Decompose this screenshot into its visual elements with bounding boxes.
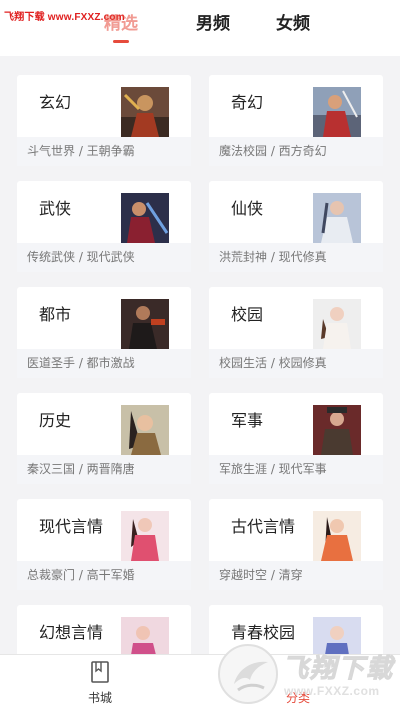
book-cover-image <box>121 299 169 349</box>
category-subtitle: 总裁豪门 / 高干军婚 <box>27 568 135 582</box>
category-grid: 玄幻 斗气世界 / 王朝争霸 奇幻 魔法校园 / 西方奇幻 武侠 传统武侠 / … <box>0 56 400 654</box>
category-card-lishi[interactable]: 历史 秦汉三国 / 两晋隋唐 <box>17 393 191 484</box>
book-cover-image <box>313 405 361 455</box>
category-subtitle: 医道圣手 / 都市激战 <box>27 356 135 370</box>
category-subtitle: 传统武侠 / 现代武侠 <box>27 250 135 264</box>
book-cover-image <box>313 617 361 654</box>
category-title: 武侠 <box>39 199 72 218</box>
category-title: 仙侠 <box>231 199 264 218</box>
category-title: 古代言情 <box>231 517 296 536</box>
category-card-xuanhuan[interactable]: 玄幻 斗气世界 / 王朝争霸 <box>17 75 191 166</box>
book-cover-image <box>121 511 169 561</box>
category-card-wuxia[interactable]: 武侠 传统武侠 / 现代武侠 <box>17 181 191 272</box>
tab-male[interactable]: 男频 <box>186 11 240 37</box>
book-icon <box>90 661 110 683</box>
category-title: 奇幻 <box>231 93 264 112</box>
category-subtitle: 校园生活 / 校园修真 <box>219 356 327 370</box>
category-title: 幻想言情 <box>39 623 104 642</box>
category-title: 都市 <box>39 305 72 324</box>
category-title: 军事 <box>231 411 264 430</box>
category-title: 现代言情 <box>39 517 104 536</box>
book-cover-image <box>121 617 169 654</box>
category-title: 玄幻 <box>39 93 72 112</box>
nav-label: 书城 <box>87 691 112 705</box>
tab-featured[interactable]: 精选 <box>94 11 148 37</box>
category-subtitle: 魔法校园 / 西方奇幻 <box>219 144 327 158</box>
nav-label: 分类 <box>285 691 310 705</box>
category-card-xiaoyuan[interactable]: 校园 校园生活 / 校园修真 <box>209 287 383 378</box>
category-subtitle: 洪荒封神 / 现代修真 <box>219 250 327 264</box>
category-card-qingchun-xiaoyuan[interactable]: 青春校园 <box>209 605 383 654</box>
category-card-dushi[interactable]: 都市 医道圣手 / 都市激战 <box>17 287 191 378</box>
category-subtitle: 秦汉三国 / 两晋隋唐 <box>27 462 135 476</box>
category-card-junshi[interactable]: 军事 军旅生涯 / 现代军事 <box>209 393 383 484</box>
book-cover-image <box>121 193 169 243</box>
bottom-nav: 书城 分类 <box>0 654 400 709</box>
category-card-xianxia[interactable]: 仙侠 洪荒封神 / 现代修真 <box>209 181 383 272</box>
category-card-qihuan[interactable]: 奇幻 魔法校园 / 西方奇幻 <box>209 75 383 166</box>
category-title: 校园 <box>231 305 264 324</box>
book-cover-image <box>313 299 361 349</box>
book-cover-image <box>313 511 361 561</box>
category-subtitle: 军旅生涯 / 现代军事 <box>219 462 327 476</box>
category-title: 历史 <box>39 411 72 430</box>
tab-female[interactable]: 女频 <box>266 11 320 37</box>
top-tab-bar: 飞翔下载 www.FXXZ.com 精选 男频 女频 <box>0 0 400 56</box>
category-card-huanxiang-yanqing[interactable]: 幻想言情 <box>17 605 191 654</box>
category-card-gudai-yanqing[interactable]: 古代言情 穿越时空 / 清穿 <box>209 499 383 590</box>
category-subtitle: 斗气世界 / 王朝争霸 <box>27 144 135 158</box>
category-subtitle: 穿越时空 / 清穿 <box>219 568 303 582</box>
book-cover-image <box>313 193 361 243</box>
category-card-xiandai-yanqing[interactable]: 现代言情 总裁豪门 / 高干军婚 <box>17 499 191 590</box>
book-cover-image <box>313 87 361 137</box>
category-title: 青春校园 <box>231 623 296 642</box>
nav-category[interactable]: 分类 <box>238 655 358 709</box>
book-cover-image <box>121 87 169 137</box>
book-cover-image <box>121 405 169 455</box>
active-tab-indicator <box>113 40 129 43</box>
nav-bookstore[interactable]: 书城 <box>40 655 160 709</box>
